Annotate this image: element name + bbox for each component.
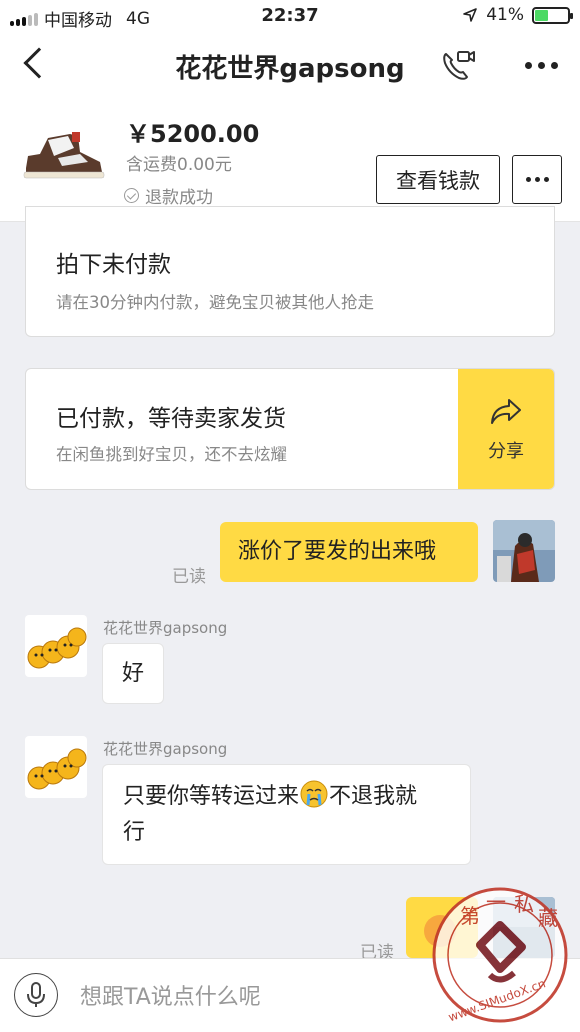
read-receipt: 已读	[172, 567, 206, 587]
message-bubble-other[interactable]: 好	[102, 643, 164, 704]
seller-avatar[interactable]	[25, 615, 87, 677]
more-icon[interactable]	[525, 62, 558, 69]
shipping-fee: 含运费0.00元	[126, 155, 232, 175]
watermark-char: 一	[486, 890, 506, 914]
item-more-button[interactable]	[512, 155, 562, 204]
item-bar: ￥5200.00 含运费0.00元 退款成功 查看钱款	[0, 98, 580, 222]
chat-title: 花花世界gapsong	[175, 54, 405, 84]
item-price: ￥5200.00	[126, 120, 260, 148]
seller-avatar[interactable]	[25, 736, 87, 798]
refund-status: 退款成功	[124, 183, 213, 208]
message-line: 只要你等转运过来 不退我就	[123, 779, 450, 815]
watermark-char: 私	[514, 892, 534, 916]
microphone-icon	[26, 981, 45, 1007]
message-text: 行	[123, 820, 146, 845]
my-avatar[interactable]	[493, 520, 555, 582]
battery-icon	[532, 6, 573, 24]
check-circle-icon	[124, 188, 139, 203]
status-right: 41%	[462, 5, 573, 25]
status-bar: 中国移动 4G 22:37 41%	[0, 0, 580, 34]
message-bubble-me[interactable]: 涨价了要发的出来哦	[220, 522, 478, 582]
voice-button[interactable]	[14, 973, 58, 1017]
message-bubble-other[interactable]: 只要你等转运过来 不退我就 行	[102, 764, 471, 865]
sender-name: 花花世界gapsong	[103, 619, 228, 637]
message-text: 只要你等转运过来	[123, 784, 300, 809]
card-subtitle: 在闲鱼挑到好宝贝，还不去炫耀	[56, 445, 287, 464]
watermark-char: 藏	[538, 906, 558, 930]
message-text: 不退我就	[329, 784, 418, 809]
refund-status-label: 退款成功	[145, 188, 213, 208]
video-call-icon[interactable]	[440, 48, 476, 84]
check-money-button[interactable]: 查看钱款	[376, 155, 500, 204]
card-subtitle: 请在30分钟内付款，避免宝贝被其他人抢走	[56, 293, 374, 312]
order-card-paid: 已付款，等待卖家发货 在闲鱼挑到好宝贝，还不去炫耀 分享	[25, 368, 555, 490]
share-button[interactable]: 分享	[458, 369, 554, 489]
card-title: 拍下未付款	[56, 252, 171, 278]
nav-bar: 花花世界gapsong	[0, 34, 580, 98]
watermark-char: 第	[460, 904, 480, 928]
crying-emoji-icon	[300, 780, 328, 808]
message-input[interactable]: 想跟TA说点什么呢	[80, 979, 261, 1011]
order-card-unpaid: 拍下未付款 请在30分钟内付款，避免宝贝被其他人抢走	[25, 206, 555, 337]
share-arrow-icon	[491, 399, 521, 424]
sneaker-thumbnail[interactable]	[18, 128, 106, 186]
sender-name: 花花世界gapsong	[103, 740, 228, 758]
battery-percent: 41%	[486, 5, 524, 25]
card-title: 已付款，等待卖家发货	[56, 406, 286, 432]
share-label: 分享	[488, 441, 524, 462]
watermark-seal: 第 一 私 藏 www.SIMudoX.cn	[432, 887, 568, 1024]
location-icon	[463, 8, 478, 22]
